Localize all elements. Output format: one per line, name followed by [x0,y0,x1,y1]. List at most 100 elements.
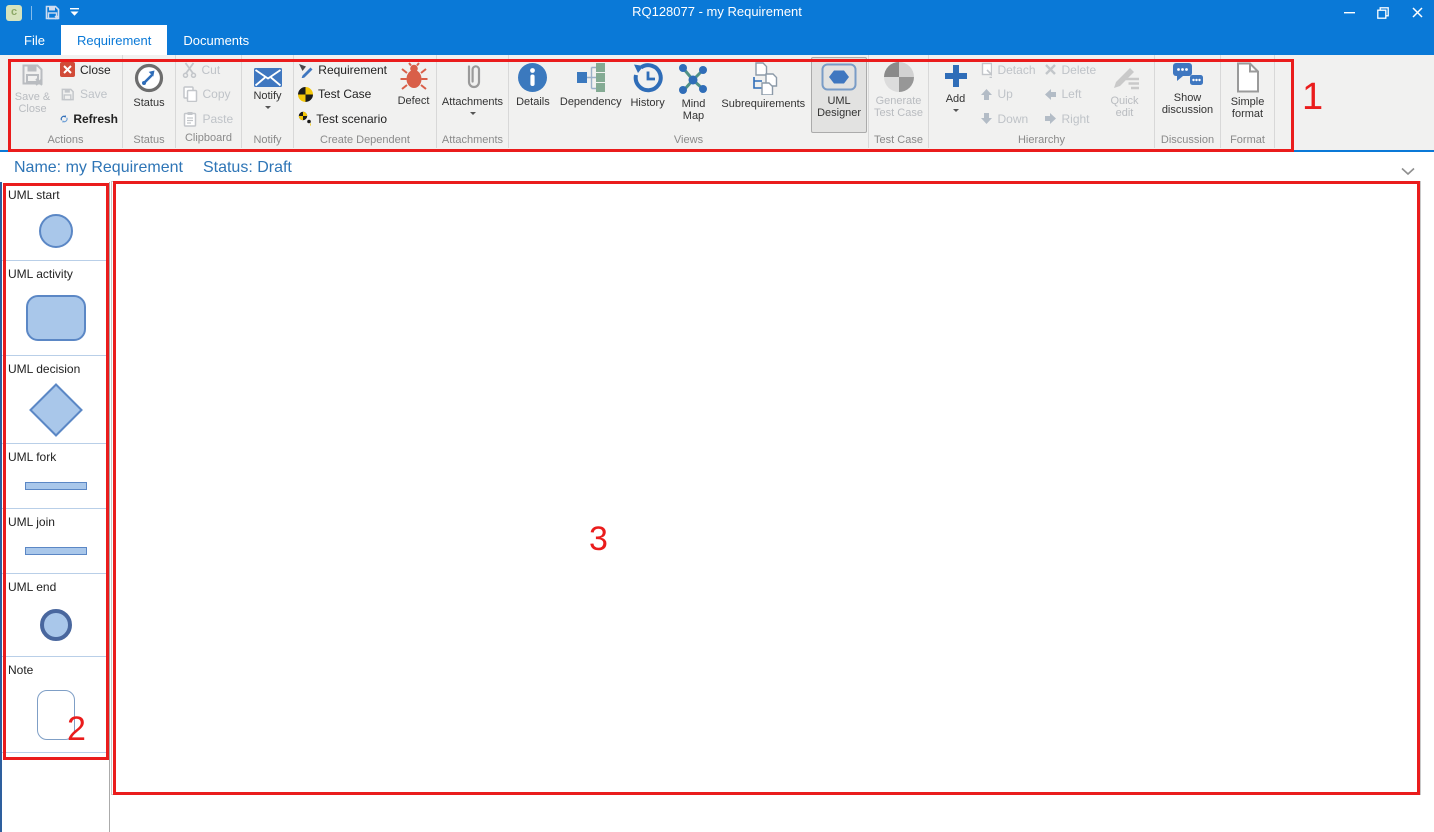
ribbon-group-status: Status Status [123,55,176,148]
group-label-clipboard: Clipboard [177,131,240,148]
uml-designer-canvas[interactable] [111,181,1421,795]
save-small-icon [60,87,75,102]
arrow-left-icon [1044,88,1057,101]
palette-item-uml-fork[interactable]: UML fork [2,444,109,509]
status-compass-icon [133,62,165,94]
app-logo-icon[interactable]: c [6,5,22,21]
notify-dropdown-arrow-icon [265,106,271,112]
left-button[interactable]: Left [1041,83,1101,106]
group-label-hierarchy: Hierarchy [930,133,1153,148]
quick-edit-button[interactable]: Quick edit [1103,57,1147,133]
status-button[interactable]: Status [125,57,173,133]
collapse-panel-button[interactable] [1400,163,1416,181]
ribbon-group-notify: Notify Notify [242,55,294,148]
ribbon-group-create-dependent: Requirement Test Case [294,55,437,148]
uml-fork-shape-icon [25,482,87,490]
history-button[interactable]: Mind Map History [626,57,670,133]
title-bar: c RQ128077 - my Requirement [0,0,1434,25]
add-plus-icon [942,62,970,90]
group-label-attachments: Attachments [438,133,507,148]
tab-requirement[interactable]: Requirement [61,25,167,55]
palette-item-uml-decision[interactable]: UML decision [2,356,109,444]
close-button[interactable]: Close [57,58,121,81]
notify-envelope-icon [254,68,282,87]
refresh-button[interactable]: Refresh [57,107,121,130]
restore-button[interactable] [1366,0,1400,25]
discussion-bubbles-icon [1172,62,1204,89]
close-window-button[interactable] [1400,0,1434,25]
palette-item-uml-start[interactable]: UML start [2,182,109,261]
up-button[interactable]: Up [977,83,1039,106]
palette-item-uml-activity[interactable]: UML activity [2,261,109,356]
copy-icon [182,86,198,102]
test-scenario-icon [298,111,311,127]
details-info-icon [517,62,548,93]
paste-button[interactable]: Paste [179,107,239,130]
group-label-actions: Actions [10,133,121,148]
requirement-name-label: Name: my Requirement [14,159,183,177]
mind-map-button[interactable]: Mind Map [672,57,716,133]
refresh-icon [60,111,68,127]
window-title: RQ128077 - my Requirement [0,4,1434,19]
uml-decision-shape-icon [29,383,83,437]
ribbon: Save & Close Close [0,55,1434,152]
palette-item-uml-end[interactable]: UML end [2,574,109,657]
palette-item-note[interactable]: Note [2,657,109,753]
arrow-up-icon [980,88,993,101]
info-bar: Name: my Requirement Status: Draft [0,154,1434,182]
restore-icon [1377,7,1389,19]
detach-button[interactable]: Detach [977,58,1039,81]
palette-item-uml-join[interactable]: UML join [2,509,109,574]
ribbon-group-format: Simple format Format [1221,55,1275,148]
uml-end-shape-icon [40,609,72,641]
group-label-status: Status [124,133,174,148]
delete-button[interactable]: Delete [1041,58,1101,81]
cut-button[interactable]: Cut [179,58,239,81]
ribbon-group-views: Details Dependency [509,55,869,148]
ribbon-group-clipboard: Cut Copy [176,55,242,148]
palette-item-label: UML end [2,574,109,594]
create-test-scenario-button[interactable]: Test scenario [295,107,390,130]
dependency-button[interactable]: Dependency [558,57,624,133]
dependency-tree-icon [575,62,607,93]
palette-item-label: UML decision [2,356,109,376]
save-button[interactable]: Save [57,83,121,106]
minimize-button[interactable] [1332,0,1366,25]
show-discussion-button[interactable]: Show discussion [1157,57,1219,133]
defect-bug-icon [400,62,428,92]
create-requirement-button[interactable]: Requirement [295,58,390,81]
minimize-icon [1344,7,1355,18]
group-label-create-dependent: Create Dependent [295,133,435,148]
down-button[interactable]: Down [977,107,1039,130]
group-label-views: Views [510,133,867,148]
uml-designer-button[interactable]: UML Designer [811,57,867,133]
create-test-case-button[interactable]: Test Case [295,83,390,106]
cut-scissors-icon [182,62,197,78]
copy-button[interactable]: Copy [179,83,239,106]
mind-map-icon [676,62,710,95]
generate-test-case-button[interactable]: Generate Test Case [871,57,927,133]
simple-format-button[interactable]: Simple format [1223,57,1273,133]
requirement-pencil-icon [298,62,313,78]
group-label-test-case: Test Case [870,133,927,148]
notify-button[interactable]: Notify [244,57,292,133]
quick-access-customize-button[interactable] [63,3,85,23]
application-window: c RQ128077 - my Requirement [0,0,1434,832]
generate-test-case-pie-icon [884,62,914,92]
subrequirements-button[interactable]: Subrequirements [717,57,809,133]
ribbon-tab-bar: File Requirement Documents [0,25,1434,55]
chevron-down-icon [70,8,79,17]
ribbon-group-attachments: Attachments Attachments [437,55,509,148]
palette-item-label: UML join [2,509,109,529]
requirement-status-label: Status: Draft [203,159,292,177]
quick-access-save-button[interactable] [41,3,63,23]
tab-documents[interactable]: Documents [167,25,265,55]
tab-file[interactable]: File [8,25,61,55]
save-and-close-button[interactable]: Save & Close [10,57,55,133]
right-button[interactable]: Right [1041,107,1101,130]
palette-item-label: Note [2,657,109,677]
attachments-button[interactable]: Attachments [439,57,507,133]
create-defect-button[interactable]: Defect [392,57,435,133]
add-button[interactable]: Add [937,57,975,133]
details-button[interactable]: Details [510,57,556,133]
